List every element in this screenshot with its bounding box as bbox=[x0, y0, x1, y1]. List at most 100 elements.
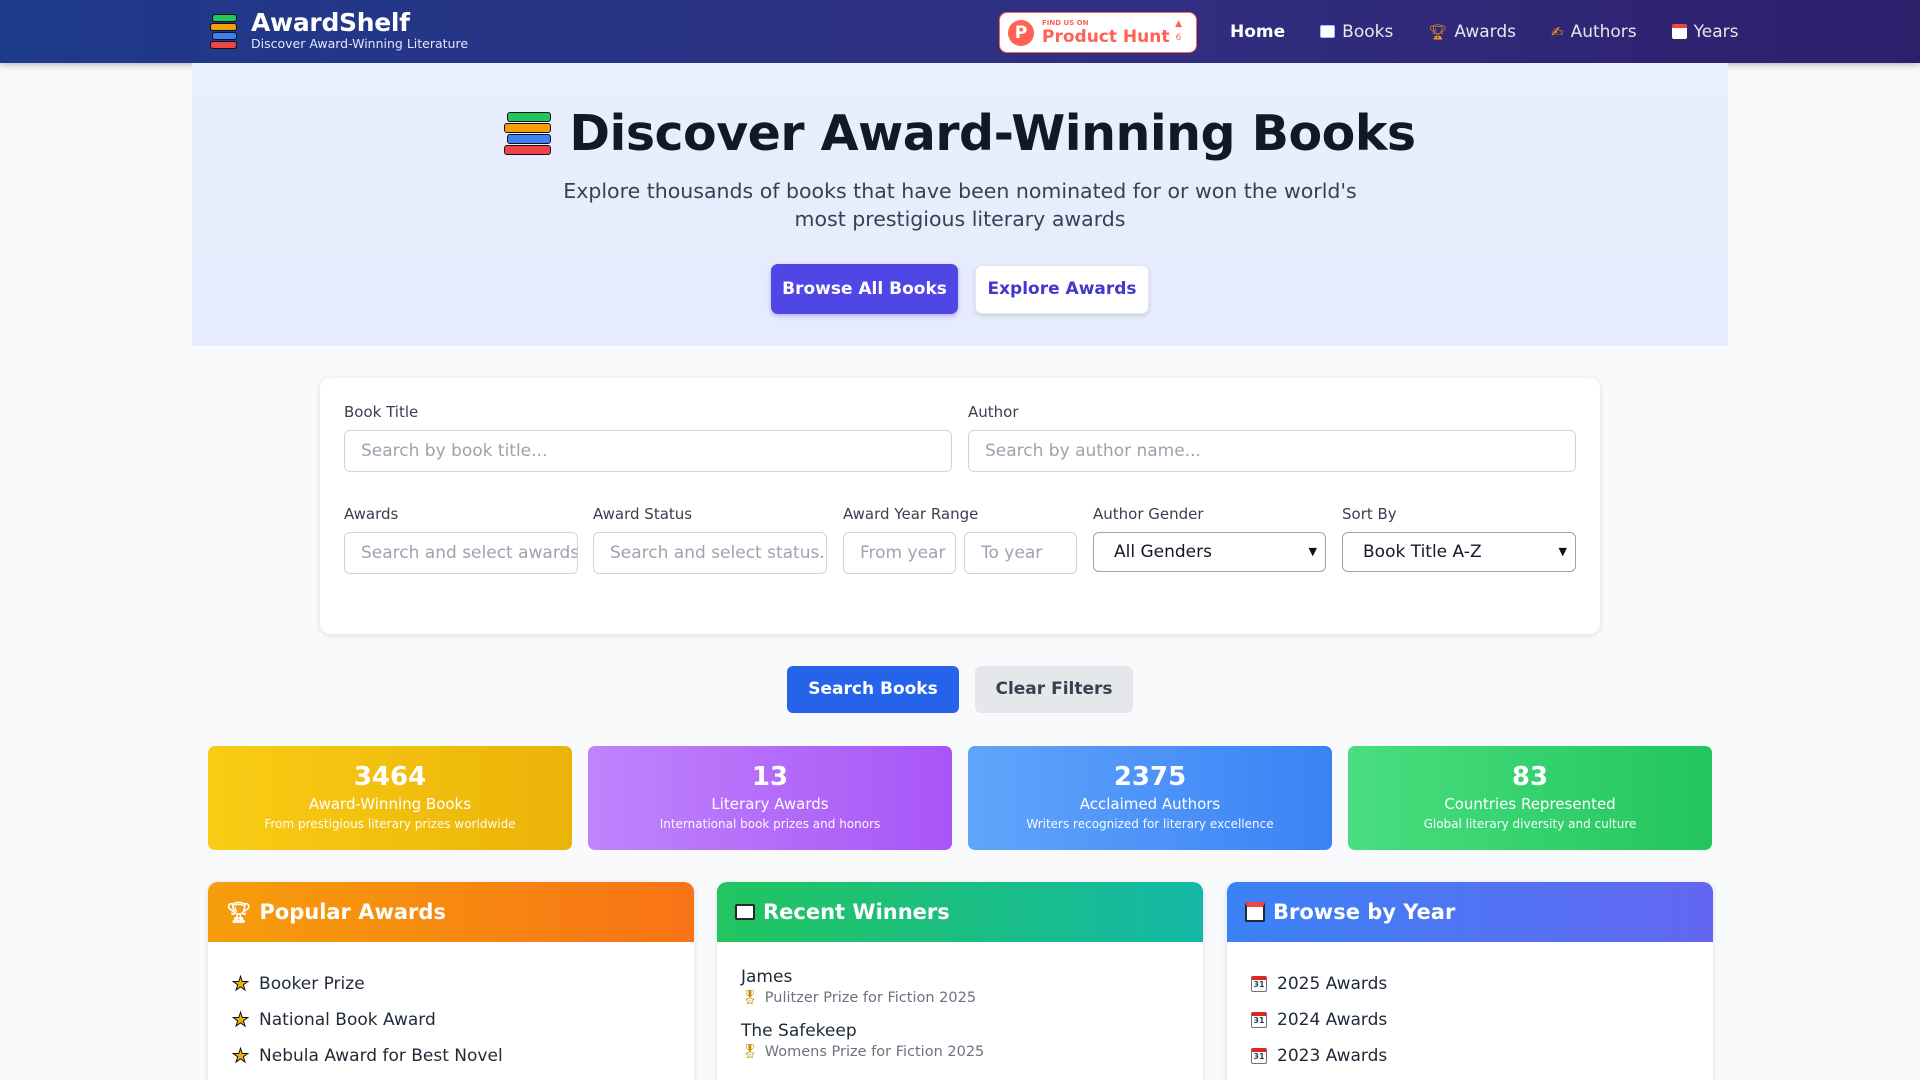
year-list-item[interactable]: 31 2025 Awards bbox=[1251, 966, 1713, 1002]
stat-description: Writers recognized for literary excellen… bbox=[1026, 817, 1274, 831]
author-label: Author bbox=[968, 403, 1019, 421]
from-year-input[interactable] bbox=[843, 532, 956, 574]
award-list-item[interactable]: ★ National Book Award bbox=[231, 1002, 694, 1038]
nav-link-label: Awards bbox=[1454, 21, 1516, 42]
awards-select-input[interactable] bbox=[344, 532, 578, 574]
sort-by-select[interactable]: Book Title A-Z ▼ bbox=[1342, 532, 1576, 572]
award-list-item[interactable]: ★ Booker Prize bbox=[231, 966, 694, 1002]
calendar-icon: 31 bbox=[1251, 1012, 1267, 1028]
product-hunt-badge[interactable]: P FIND US ON Product Hunt ▲ 6 bbox=[999, 12, 1197, 53]
nav-link-label: Home bbox=[1230, 21, 1286, 42]
top-navbar: AwardShelf Discover Award-Winning Litera… bbox=[0, 0, 1920, 63]
stat-description: From prestigious literary prizes worldwi… bbox=[264, 817, 516, 831]
chevron-down-icon: ▼ bbox=[1558, 545, 1567, 558]
year-label: 2024 Awards bbox=[1277, 1010, 1388, 1030]
winner-list-item[interactable]: James 🎖︎ Pulitzer Prize for Fiction 2025 bbox=[741, 966, 1203, 1008]
product-hunt-label: Product Hunt bbox=[1042, 27, 1170, 47]
stat-card-awards: 13 Literary Awards International book pr… bbox=[588, 746, 952, 850]
popular-awards-header: 🏆︎ Popular Awards bbox=[208, 882, 694, 942]
star-icon: ★ bbox=[231, 1045, 250, 1068]
hero-subtitle-line: Explore thousands of books that have bee… bbox=[563, 179, 1357, 203]
awards-label: Awards bbox=[344, 505, 399, 523]
to-year-input[interactable] bbox=[964, 532, 1077, 574]
calendar-icon bbox=[1671, 24, 1687, 39]
stat-number: 13 bbox=[751, 762, 789, 792]
stat-description: Global literary diversity and culture bbox=[1423, 817, 1637, 831]
book-icon bbox=[1320, 25, 1336, 38]
brand-tagline: Discover Award-Winning Literature bbox=[251, 36, 469, 51]
award-status-select-input[interactable] bbox=[593, 532, 827, 574]
year-list-item[interactable]: 31 2024 Awards bbox=[1251, 1002, 1713, 1038]
clear-filters-button[interactable]: Clear Filters bbox=[975, 666, 1133, 713]
trophy-icon: 🏆︎ bbox=[226, 900, 252, 924]
year-label: 2023 Awards bbox=[1277, 1046, 1388, 1066]
brand-name: AwardShelf bbox=[251, 8, 410, 37]
stat-label: Award-Winning Books bbox=[308, 795, 472, 813]
nav-link-books[interactable]: Books bbox=[1320, 22, 1393, 42]
hero-subtitle-line: most prestigious literary awards bbox=[794, 207, 1126, 231]
star-icon: ★ bbox=[231, 973, 250, 996]
calendar-icon: 31 bbox=[1251, 1048, 1267, 1064]
book-title-input[interactable] bbox=[344, 430, 952, 472]
stat-label: Countries Represented bbox=[1444, 795, 1616, 813]
award-name: Nebula Award for Best Novel bbox=[259, 1046, 503, 1066]
product-hunt-icon: P bbox=[1008, 19, 1034, 46]
year-label: 2025 Awards bbox=[1277, 974, 1388, 994]
medal-icon: 🎖︎ bbox=[741, 990, 759, 1006]
stat-description: International book prizes and honors bbox=[659, 817, 881, 831]
chevron-down-icon: ▼ bbox=[1308, 545, 1317, 558]
calendar-icon: 31 bbox=[1251, 976, 1267, 992]
search-filters-card: Book Title Author Awards Award Status Aw… bbox=[320, 378, 1600, 634]
stat-card-countries: 83 Countries Represented Global literary… bbox=[1348, 746, 1712, 850]
search-books-button[interactable]: Search Books bbox=[787, 666, 959, 713]
stat-card-authors: 2375 Acclaimed Authors Writers recognize… bbox=[968, 746, 1332, 850]
book-icon bbox=[735, 904, 755, 920]
nav-link-label: Authors bbox=[1570, 21, 1637, 42]
book-title-label: Book Title bbox=[344, 403, 419, 421]
stat-label: Literary Awards bbox=[711, 795, 829, 813]
award-name: National Book Award bbox=[259, 1010, 436, 1030]
author-gender-value: All Genders bbox=[1114, 542, 1212, 562]
browse-by-year-header: Browse by Year bbox=[1227, 882, 1713, 942]
medal-icon: 🎖︎ bbox=[741, 1044, 759, 1060]
nav-link-label: Years bbox=[1693, 21, 1739, 42]
books-stack-icon bbox=[504, 112, 552, 155]
nav-link-home[interactable]: Home bbox=[1230, 22, 1285, 42]
winner-list-item[interactable]: The Safekeep 🎖︎ Womens Prize for Fiction… bbox=[741, 1020, 1203, 1062]
explore-awards-button[interactable]: Explore Awards bbox=[975, 265, 1149, 314]
browse-all-books-button[interactable]: Browse All Books bbox=[771, 264, 958, 314]
hero-subtitle: Explore thousands of books that have bee… bbox=[192, 177, 1728, 233]
panel-title: Recent Winners bbox=[763, 900, 950, 924]
winner-book-title: The Safekeep bbox=[741, 1021, 857, 1041]
books-stack-icon bbox=[210, 13, 237, 49]
panel-title: Popular Awards bbox=[259, 900, 446, 924]
brand-logo-link[interactable]: AwardShelf Discover Award-Winning Litera… bbox=[210, 10, 468, 52]
winner-book-title: James bbox=[741, 967, 793, 987]
award-name: Booker Prize bbox=[259, 974, 365, 994]
star-icon: ★ bbox=[231, 1009, 250, 1032]
recent-winners-panel: Recent Winners James 🎖︎ Pulitzer Prize f… bbox=[717, 882, 1203, 1080]
award-list-item[interactable]: ★ Nebula Award for Best Novel bbox=[231, 1038, 694, 1074]
nav-link-years[interactable]: Years bbox=[1671, 21, 1739, 42]
vote-count: 6 bbox=[1175, 33, 1182, 43]
author-input[interactable] bbox=[968, 430, 1576, 472]
author-gender-select[interactable]: All Genders ▼ bbox=[1093, 532, 1326, 572]
panel-title: Browse by Year bbox=[1273, 900, 1456, 924]
stat-label: Acclaimed Authors bbox=[1079, 795, 1221, 813]
sort-by-value: Book Title A-Z bbox=[1363, 542, 1482, 562]
nav-link-label: Books bbox=[1342, 21, 1394, 42]
quill-icon: ✍ bbox=[1550, 22, 1564, 41]
trophy-icon: 🏆︎ bbox=[1428, 22, 1448, 41]
nav-link-authors[interactable]: ✍ Authors bbox=[1551, 22, 1637, 42]
nav-links: Home Books 🏆︎ Awards ✍ Authors Years bbox=[1230, 0, 1739, 63]
nav-link-awards[interactable]: 🏆︎ Awards bbox=[1428, 22, 1516, 42]
product-hunt-votes: ▲ 6 bbox=[1175, 17, 1182, 45]
stat-number: 83 bbox=[1511, 762, 1549, 792]
award-year-range-label: Award Year Range bbox=[843, 505, 979, 523]
author-gender-label: Author Gender bbox=[1093, 505, 1204, 523]
stat-card-books: 3464 Award-Winning Books From prestigiou… bbox=[208, 746, 572, 850]
upvote-arrow-icon: ▲ bbox=[1175, 19, 1182, 29]
year-list-item[interactable]: 31 2023 Awards bbox=[1251, 1038, 1713, 1074]
recent-winners-header: Recent Winners bbox=[717, 882, 1203, 942]
browse-by-year-panel: Browse by Year 31 2025 Awards 31 2024 Aw… bbox=[1227, 882, 1713, 1080]
